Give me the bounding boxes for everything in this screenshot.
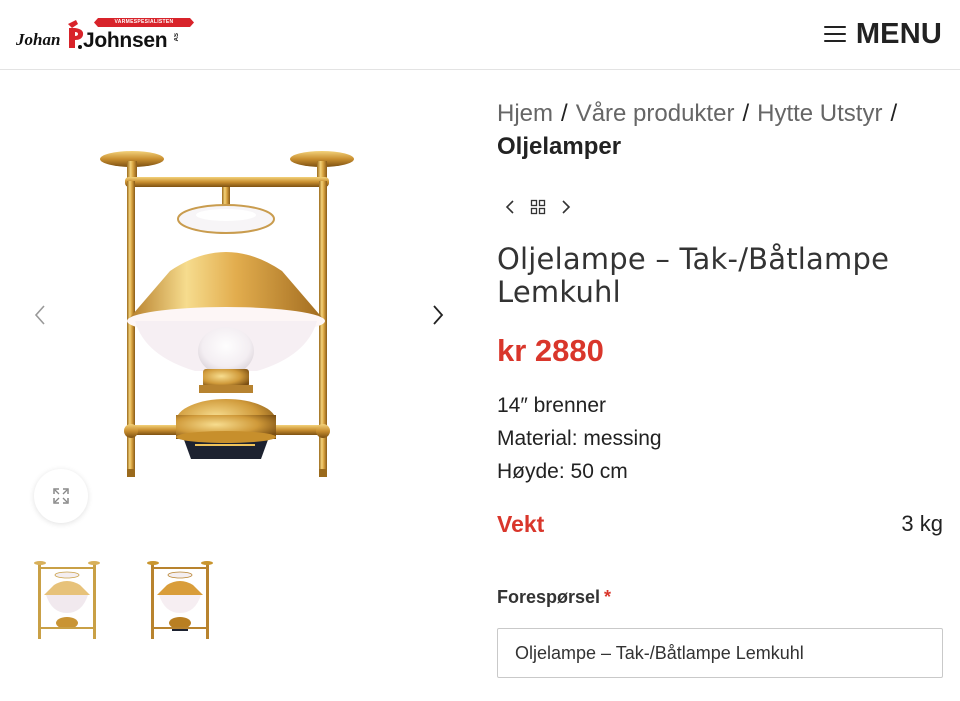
grid-icon [530, 199, 546, 215]
breadcrumb-separator: / [742, 100, 750, 127]
gallery-next-button[interactable] [426, 303, 450, 327]
inquiry-label: Forespørsel * [497, 587, 611, 608]
previous-product-button[interactable] [499, 196, 521, 218]
hamburger-icon [823, 25, 846, 43]
chevron-right-icon [562, 200, 571, 214]
site-header: VARMESPESIALISTEN Johan Johnsen AS MENU [0, 0, 960, 70]
description-line: Material: messing [497, 427, 662, 450]
logo-suffix: AS [174, 33, 180, 42]
product-title: Oljelampe – Tak-/Båtlampe Lemkuhl [497, 242, 890, 309]
breadcrumb-products-link[interactable]: Våre produkter [576, 100, 735, 127]
product-description: 14″ brenner Material: messing Høyde: 50 … [497, 389, 662, 488]
product-navigation [499, 195, 577, 219]
logo-banner: VARMESPESIALISTEN [94, 18, 194, 27]
required-marker: * [604, 587, 612, 607]
breadcrumb: Hjem / Våre produkter / Hytte Utstyr / Oljelam… [497, 97, 943, 163]
chevron-left-icon [34, 305, 45, 325]
description-line: 14″ brenner [497, 394, 607, 417]
chevron-left-icon [505, 200, 514, 214]
expand-icon [53, 488, 69, 504]
breadcrumb-separator: / [890, 100, 898, 127]
product-thumbnail-2[interactable] [145, 557, 215, 643]
menu-button[interactable]: MENU [823, 17, 942, 51]
logo-first-name: Johan [16, 30, 61, 49]
breadcrumb-cabin-equipment-link[interactable]: Hytte Utstyr [757, 100, 882, 127]
gallery-prev-button[interactable] [28, 303, 52, 327]
description-line: Høyde: 50 cm [497, 460, 628, 483]
breadcrumb-current: Oljelamper [497, 133, 622, 160]
logo-last-name: Johnsen [83, 29, 168, 52]
weight-label: Vekt [497, 511, 545, 537]
inquiry-input[interactable] [497, 628, 943, 678]
product-price: kr 2880 [497, 333, 604, 368]
breadcrumb-separator: / [561, 100, 568, 127]
breadcrumb-home-link[interactable]: Hjem [497, 100, 553, 127]
back-to-category-button[interactable] [527, 196, 549, 218]
next-product-button[interactable] [555, 196, 577, 218]
inquiry-label-text: Forespørsel [497, 587, 601, 607]
product-gallery [0, 71, 480, 701]
zoom-button[interactable] [34, 469, 88, 523]
weight-value: 3 kg [901, 511, 943, 536]
menu-label: MENU [855, 17, 942, 50]
chevron-right-icon [433, 305, 444, 325]
site-logo[interactable]: VARMESPESIALISTEN Johan Johnsen AS [14, 16, 194, 56]
product-summary: Hjem / Våre produkter / Hytte Utstyr / Oljelam… [497, 71, 943, 701]
product-thumbnail-1[interactable] [32, 557, 102, 643]
product-main-image[interactable] [75, 141, 385, 561]
